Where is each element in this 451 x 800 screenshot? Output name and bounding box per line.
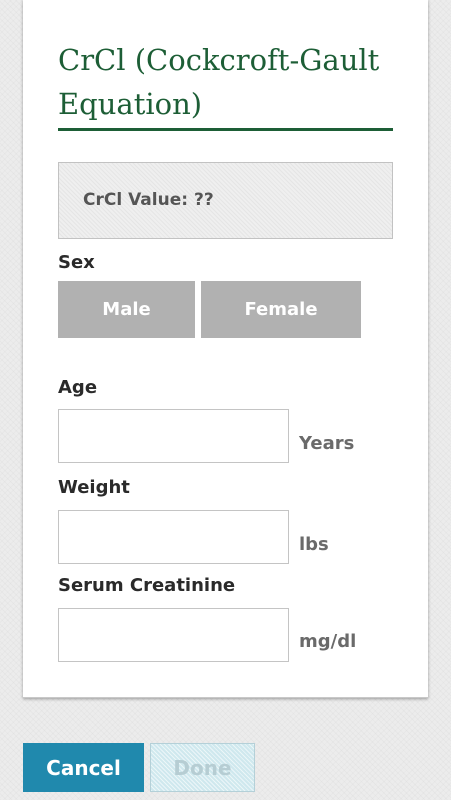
title-underline xyxy=(58,128,393,131)
calculator-title: CrCl (Cockcroft-Gault Equation) xyxy=(58,43,380,121)
cancel-button[interactable]: Cancel xyxy=(23,743,144,792)
weight-input[interactable] xyxy=(58,510,289,564)
creatinine-input[interactable] xyxy=(58,608,289,662)
done-button[interactable]: Done xyxy=(150,743,255,792)
creatinine-label: Serum Creatinine xyxy=(58,575,236,596)
weight-unit: lbs xyxy=(299,534,329,555)
age-unit: Years xyxy=(299,433,355,454)
weight-label: Weight xyxy=(58,477,130,498)
crcl-result-text: CrCl Value: ?? xyxy=(83,190,214,210)
result-panel: CrCl Value: ?? xyxy=(58,162,393,239)
sex-male-button[interactable]: Male xyxy=(58,281,195,338)
sex-label: Sex xyxy=(58,252,95,273)
calculator-card: CrCl (Cockcroft-Gault Equation) CrCl Val… xyxy=(23,0,428,698)
sex-female-button[interactable]: Female xyxy=(201,281,361,338)
age-input[interactable] xyxy=(58,409,289,463)
age-label: Age xyxy=(58,377,98,398)
creatinine-unit: mg/dl xyxy=(299,631,357,652)
